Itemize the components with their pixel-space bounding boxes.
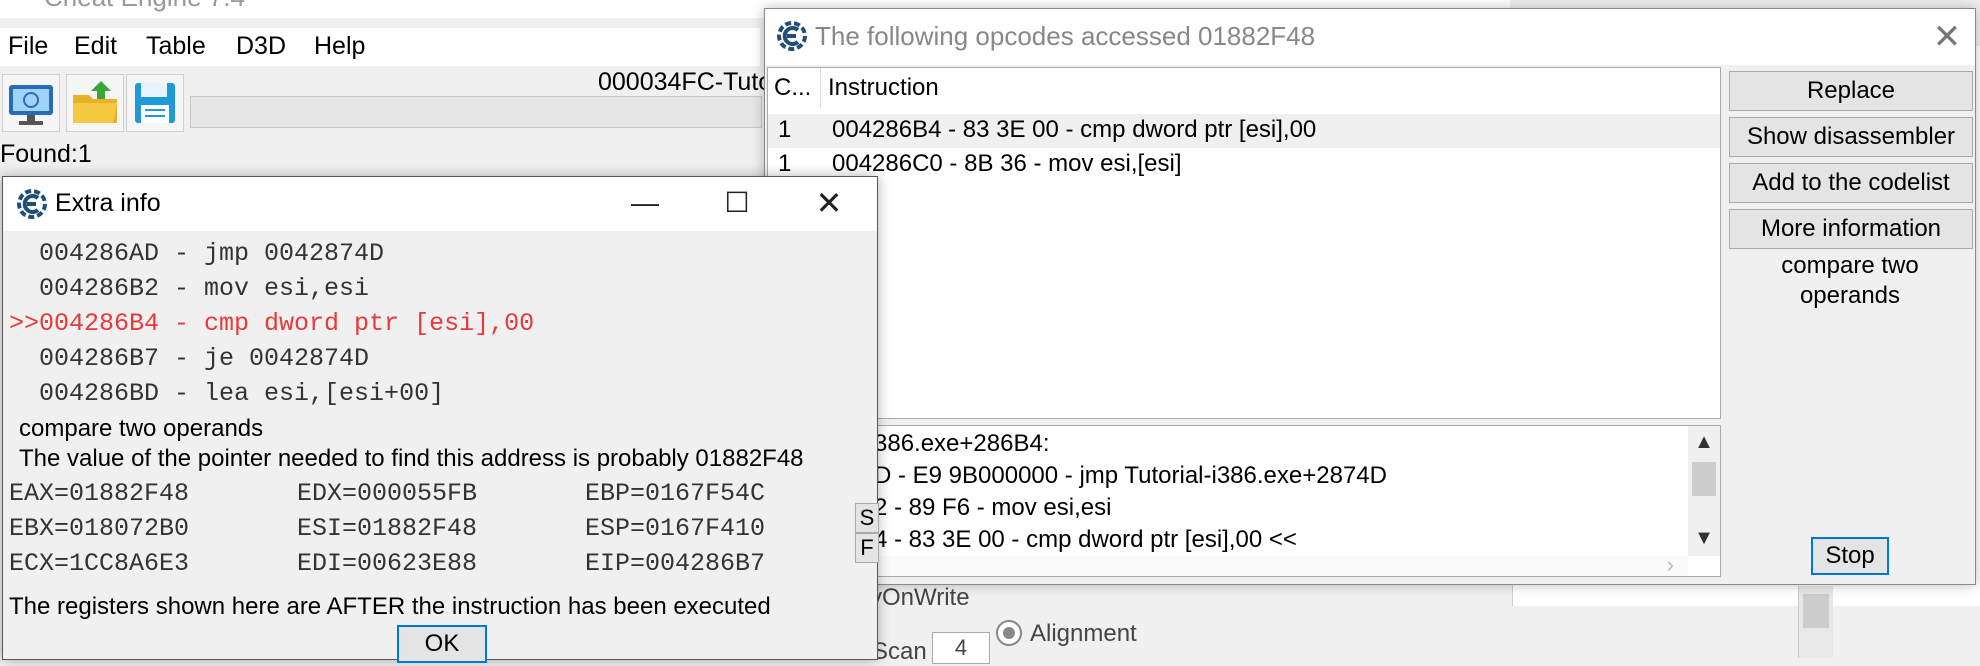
disasm-vertical-scrollbar[interactable]: ▲ ▼	[1688, 426, 1720, 556]
cheat-engine-logo-icon	[777, 21, 807, 51]
column-header-instruction[interactable]: Instruction	[828, 74, 939, 102]
disasm-horizontal-scrollbar[interactable]: ›	[768, 552, 1688, 576]
scan-alignment-input[interactable]: 4	[932, 632, 990, 664]
menu-file[interactable]: File	[8, 32, 48, 61]
minimize-icon[interactable]: —	[623, 181, 667, 225]
register-eip: EIP=004286B7	[585, 549, 766, 578]
background-scrollbar[interactable]	[1798, 586, 1833, 658]
save-button[interactable]	[126, 74, 184, 132]
save-disk-icon	[135, 83, 175, 123]
asm-line: 004286BD - lea esi,[esi+00]	[9, 379, 445, 408]
register-edi: EDI=00623E88	[297, 549, 478, 578]
menu-bar: File Edit Table D3D Help	[0, 28, 760, 66]
register-edx: EDX=000055FB	[297, 479, 478, 508]
extra-info-window-title: Extra info	[55, 189, 161, 217]
menu-d3d[interactable]: D3D	[236, 32, 286, 61]
alignment-label: Alignment	[1030, 620, 1137, 647]
replace-button[interactable]: Replace	[1729, 71, 1973, 111]
computer-icon	[9, 85, 53, 125]
register-ebp: EBP=0167F54C	[585, 479, 766, 508]
close-icon[interactable]: ✕	[807, 181, 851, 225]
disasm-line: 2 - 89 F6 - mov esi,esi	[874, 494, 1112, 521]
opcodes-window: The following opcodes accessed 01882F48 …	[764, 8, 1976, 585]
register-ecx: ECX=1CC8A6E3	[9, 549, 190, 578]
open-file-button[interactable]	[66, 74, 124, 132]
instruction-description: compare two operands	[19, 415, 264, 442]
opcode-row[interactable]: 1 004286C0 - 8B 36 - mov esi,[esi]	[768, 148, 1720, 182]
disasm-line: 4 - 83 3E 00 - cmp dword ptr [esi],00 <<	[874, 526, 1297, 553]
disasm-line: 386.exe+286B4:	[874, 430, 1050, 457]
select-process-button[interactable]	[2, 74, 60, 132]
opcode-count: 1	[778, 116, 792, 143]
asm-line: 004286AD - jmp 0042874D	[9, 239, 385, 268]
disasm-line: D - E9 9B000000 - jmp Tutorial-i386.exe+…	[874, 462, 1387, 489]
column-divider[interactable]	[820, 68, 821, 108]
cheat-engine-logo-icon	[17, 189, 47, 219]
main-window-title: Cheat Engine 7.4	[44, 0, 245, 13]
maximize-icon[interactable]: ☐	[715, 181, 759, 225]
column-header-count[interactable]: C...	[774, 74, 811, 102]
pointer-value-text: The value of the pointer needed to find …	[19, 445, 804, 472]
menu-edit[interactable]: Edit	[74, 32, 117, 61]
register-esp: ESP=0167F410	[585, 514, 766, 543]
opcode-instruction: 004286B4 - 83 3E 00 - cmp dword ptr [esi…	[832, 116, 1317, 143]
scroll-up-icon[interactable]: ▲	[1692, 430, 1716, 454]
ok-button[interactable]: OK	[397, 625, 487, 663]
stop-button[interactable]: Stop	[1811, 537, 1889, 575]
disassembly-panel[interactable]: 386.exe+286B4: D - E9 9B000000 - jmp Tut…	[767, 425, 1721, 577]
opcode-row[interactable]: 1 004286B4 - 83 3E 00 - cmp dword ptr [e…	[768, 114, 1720, 148]
registers-note: The registers shown here are AFTER the i…	[9, 593, 771, 620]
close-icon[interactable]: ✕	[1925, 15, 1969, 59]
process-label: 000034FC-Tuto	[598, 68, 773, 96]
register-eax: EAX=01882F48	[9, 479, 190, 508]
opcode-description: compare two operands	[1781, 252, 1919, 309]
asm-line: 004286B7 - je 0042874D	[9, 344, 370, 373]
opcodes-list[interactable]: C... Instruction 1 004286B4 - 83 3E 00 -…	[767, 67, 1721, 419]
opcodes-window-title: The following opcodes accessed 01882F48	[815, 21, 1316, 51]
extra-info-title-bar[interactable]: Extra info — ☐ ✕	[3, 177, 877, 231]
asm-line: 004286B2 - mov esi,esi	[9, 274, 370, 303]
scan-progress-bar	[190, 96, 762, 128]
open-folder-icon	[73, 81, 117, 123]
menu-help[interactable]: Help	[314, 32, 365, 61]
add-to-codelist-button[interactable]: Add to the codelist	[1729, 163, 1973, 203]
found-count: Found:1	[0, 140, 92, 168]
scrollbar-thumb[interactable]	[1692, 462, 1716, 496]
stack-button[interactable]: S	[855, 503, 879, 533]
more-information-button[interactable]: More information	[1729, 209, 1973, 249]
show-disassembler-button[interactable]: Show disassembler	[1729, 117, 1973, 157]
alignment-radio[interactable]	[996, 620, 1022, 646]
opcode-instruction: 004286C0 - 8B 36 - mov esi,[esi]	[832, 150, 1182, 177]
copy-on-write-label: yOnWrite	[870, 584, 970, 611]
menu-table[interactable]: Table	[146, 32, 206, 61]
register-esi: ESI=01882F48	[297, 514, 478, 543]
extra-info-window: Extra info — ☐ ✕ 004286AD - jmp 0042874D…	[2, 176, 879, 663]
opcodes-title-bar[interactable]: The following opcodes accessed 01882F48 …	[765, 9, 1975, 65]
scan-label: Scan	[872, 638, 927, 665]
opcode-count: 1	[778, 150, 792, 177]
fpu-button[interactable]: F	[855, 533, 879, 563]
scrollbar-thumb[interactable]	[1803, 594, 1829, 628]
scroll-right-icon[interactable]: ›	[1667, 552, 1674, 576]
opcodes-list-header: C... Instruction	[768, 68, 1720, 108]
scroll-down-icon[interactable]: ▼	[1692, 526, 1716, 550]
register-ebx: EBX=018072B0	[9, 514, 190, 543]
asm-line-highlighted: >>004286B4 - cmp dword ptr [esi],00	[9, 309, 535, 338]
